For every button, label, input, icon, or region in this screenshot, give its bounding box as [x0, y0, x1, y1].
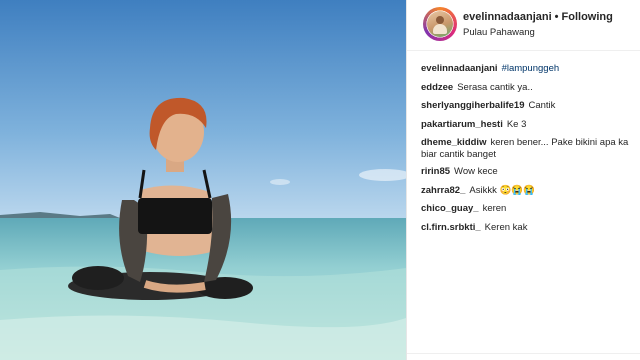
comment-text: keren — [482, 203, 507, 214]
comment-row: cl.firn.srbkti_ Keren kak — [421, 222, 640, 234]
comment-text: Ke 3 — [506, 118, 527, 130]
avatar[interactable] — [423, 7, 457, 41]
comment-row: chico_guay_ keren — [421, 203, 640, 215]
header-separator: • — [554, 11, 559, 23]
location-link[interactable]: Pulau Pahawang — [463, 27, 535, 38]
comment-username[interactable]: zahrra82_ — [421, 185, 465, 196]
post-side-panel: evelinnadaanjani • Following Pulau Pahawan… — [406, 0, 640, 360]
comment-username[interactable]: pakartiarum_hesti — [421, 119, 503, 130]
comment-username[interactable]: ririn85 — [421, 166, 450, 177]
comment-username[interactable]: chico_guay_ — [421, 203, 479, 214]
caption-row: evelinnadaanjani #lampunggeh — [421, 63, 640, 75]
caption-username[interactable]: evelinnadaanjani — [421, 63, 498, 74]
comment-row: eddzee Serasa cantik ya.. — [421, 82, 640, 94]
avatar-image — [427, 11, 453, 37]
comment-text: Asikkk 😳😭😭 — [469, 184, 535, 196]
comment-text: Cantik — [528, 100, 556, 111]
comment-username[interactable]: sherlyanggiherbalife19 — [421, 100, 524, 111]
avatar-body-shape — [433, 24, 447, 34]
comment-username[interactable]: dheme_kiddiw — [421, 137, 486, 148]
panel-divider — [407, 353, 640, 354]
comment-text: Serasa cantik ya.. — [457, 81, 533, 93]
comment-text: Wow kece — [454, 166, 498, 177]
comments-list: evelinnadaanjani #lampunggeh eddzee Serasa… — [407, 51, 640, 234]
comment-text: Keren kak — [484, 221, 528, 233]
comment-row: zahrra82_ Asikkk 😳😭😭 — [421, 185, 640, 197]
following-button[interactable]: Following — [562, 11, 613, 23]
caption-hashtag[interactable]: #lampunggeh — [502, 63, 560, 74]
header-username[interactable]: evelinnadaanjani — [463, 11, 552, 23]
comment-row: pakartiarum_hesti Ke 3 — [421, 119, 640, 131]
comment-row: ririn85 Wow kece — [421, 166, 640, 178]
comment-username[interactable]: eddzee — [421, 82, 453, 93]
post-header: evelinnadaanjani • Following Pulau Pahawan… — [407, 0, 640, 51]
avatar-head-shape — [436, 16, 444, 24]
comment-username[interactable]: cl.firn.srbkti_ — [421, 222, 481, 233]
beach-photo-illustration — [0, 0, 406, 360]
comment-row: sherlyanggiherbalife19 Cantik — [421, 100, 640, 112]
comment-row: dheme_kiddiw keren bener... Pake bikini a… — [421, 137, 640, 161]
post-photo[interactable] — [0, 0, 406, 360]
header-user-line: evelinnadaanjani • Following — [463, 11, 613, 23]
